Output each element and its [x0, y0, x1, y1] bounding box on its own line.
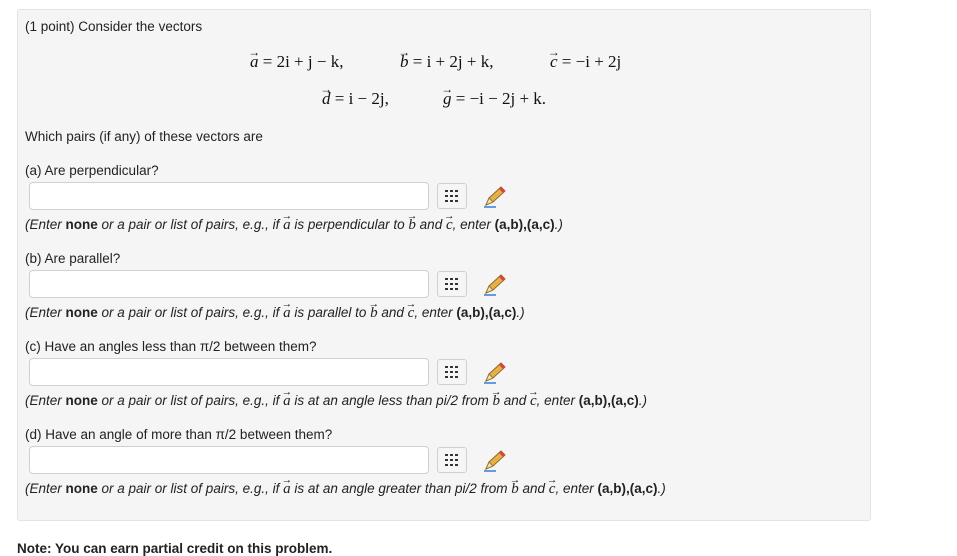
hint-vector-a: a: [283, 481, 291, 498]
part-b-equation-editor-button[interactable]: [437, 271, 467, 297]
hint-vector-b: b: [370, 305, 378, 322]
part-d-label: (d) Have an angle of more than π/2 betwe…: [25, 427, 333, 442]
pencil-icon[interactable]: [482, 448, 508, 472]
hint-text: (Enter: [25, 393, 66, 408]
footer-note: Note: You can earn partial credit on thi…: [17, 541, 333, 556]
hint-example: (a,b),(a,c): [578, 393, 639, 408]
hint-text: is parallel to: [290, 305, 371, 320]
vector-c-expression: = −i + 2j: [561, 52, 622, 71]
vector-a-expression: = 2i + j − k,: [262, 52, 344, 71]
vector-b-definition: b = i + 2j + k,: [400, 52, 493, 72]
hint-text: , enter: [414, 305, 457, 320]
vector-a-symbol: a: [250, 52, 259, 72]
hint-text: or a pair or list of pairs, e.g., if: [97, 217, 284, 232]
hint-text: and: [499, 393, 530, 408]
hint-vector-c: c: [530, 393, 537, 410]
hint-text: .): [554, 217, 563, 232]
hint-text: is at an angle less than pi/2 from: [290, 393, 493, 408]
grid-icon: [445, 366, 458, 378]
vector-d-expression: = i − 2j,: [334, 89, 389, 108]
hint-vector-b: b: [511, 481, 519, 498]
hint-text: , enter: [536, 393, 579, 408]
hint-vector-c: c: [549, 481, 556, 498]
problem-intro: (1 point) Consider the vectors: [25, 19, 203, 34]
part-c-equation-editor-button[interactable]: [437, 359, 467, 385]
vector-g-expression: = −i − 2j + k.: [455, 89, 547, 108]
grid-icon: [445, 190, 458, 202]
hint-text: or a pair or list of pairs, e.g., if: [97, 393, 284, 408]
pencil-icon[interactable]: [482, 272, 508, 296]
hint-none-keyword: none: [65, 393, 98, 408]
hint-vector-b: b: [492, 393, 500, 410]
hint-text: and: [377, 305, 408, 320]
vector-d-symbol: d: [322, 89, 331, 109]
hint-none-keyword: none: [65, 305, 98, 320]
hint-example: (a,b),(a,c): [456, 305, 517, 320]
pencil-icon[interactable]: [482, 360, 508, 384]
part-a-hint: (Enter none or a pair or list of pairs, …: [25, 217, 563, 234]
hint-none-keyword: none: [65, 481, 98, 496]
vector-d-definition: d = i − 2j,: [322, 89, 389, 109]
hint-example: (a,b),(a,c): [494, 217, 555, 232]
vector-b-expression: = i + 2j + k,: [412, 52, 494, 71]
hint-text: is at an angle greater than pi/2 from: [290, 481, 512, 496]
hint-text: (Enter: [25, 217, 66, 232]
part-c-label: (c) Have an angles less than π/2 between…: [25, 339, 317, 354]
part-a-answer-input[interactable]: [29, 182, 429, 210]
part-c-hint: (Enter none or a pair or list of pairs, …: [25, 393, 647, 410]
hint-text: .): [657, 481, 666, 496]
vector-a-definition: a = 2i + j − k,: [250, 52, 343, 72]
hint-vector-a: a: [283, 217, 291, 234]
hint-vector-a: a: [283, 305, 291, 322]
vector-c-definition: c = −i + 2j: [550, 52, 621, 72]
hint-none-keyword: none: [65, 217, 98, 232]
part-b-label: (b) Are parallel?: [25, 251, 121, 266]
hint-text: (Enter: [25, 481, 66, 496]
vector-b-symbol: b: [400, 52, 409, 72]
hint-text: is perpendicular to: [290, 217, 409, 232]
pencil-icon[interactable]: [482, 184, 508, 208]
hint-text: or a pair or list of pairs, e.g., if: [97, 305, 284, 320]
hint-text: and: [518, 481, 549, 496]
part-b-answer-input[interactable]: [29, 270, 429, 298]
hint-text: , enter: [452, 217, 495, 232]
part-a-equation-editor-button[interactable]: [437, 183, 467, 209]
hint-example: (a,b),(a,c): [597, 481, 658, 496]
part-d-hint: (Enter none or a pair or list of pairs, …: [25, 481, 666, 498]
grid-icon: [445, 454, 458, 466]
hint-vector-c: c: [446, 217, 453, 234]
part-c-answer-input[interactable]: [29, 358, 429, 386]
hint-text: .): [638, 393, 647, 408]
hint-text: .): [516, 305, 525, 320]
vector-c-symbol: c: [550, 52, 558, 72]
hint-text: (Enter: [25, 305, 66, 320]
part-d-answer-input[interactable]: [29, 446, 429, 474]
part-a-label: (a) Are perpendicular?: [25, 163, 159, 178]
part-d-equation-editor-button[interactable]: [437, 447, 467, 473]
vector-g-symbol: g: [443, 89, 452, 109]
hint-text: and: [415, 217, 446, 232]
hint-text: or a pair or list of pairs, e.g., if: [97, 481, 284, 496]
question-lead: Which pairs (if any) of these vectors ar…: [25, 129, 263, 144]
vector-g-definition: g = −i − 2j + k.: [443, 89, 546, 109]
hint-vector-a: a: [283, 393, 291, 410]
hint-vector-c: c: [408, 305, 415, 322]
hint-text: , enter: [555, 481, 598, 496]
hint-vector-b: b: [408, 217, 416, 234]
grid-icon: [445, 278, 458, 290]
part-b-hint: (Enter none or a pair or list of pairs, …: [25, 305, 525, 322]
